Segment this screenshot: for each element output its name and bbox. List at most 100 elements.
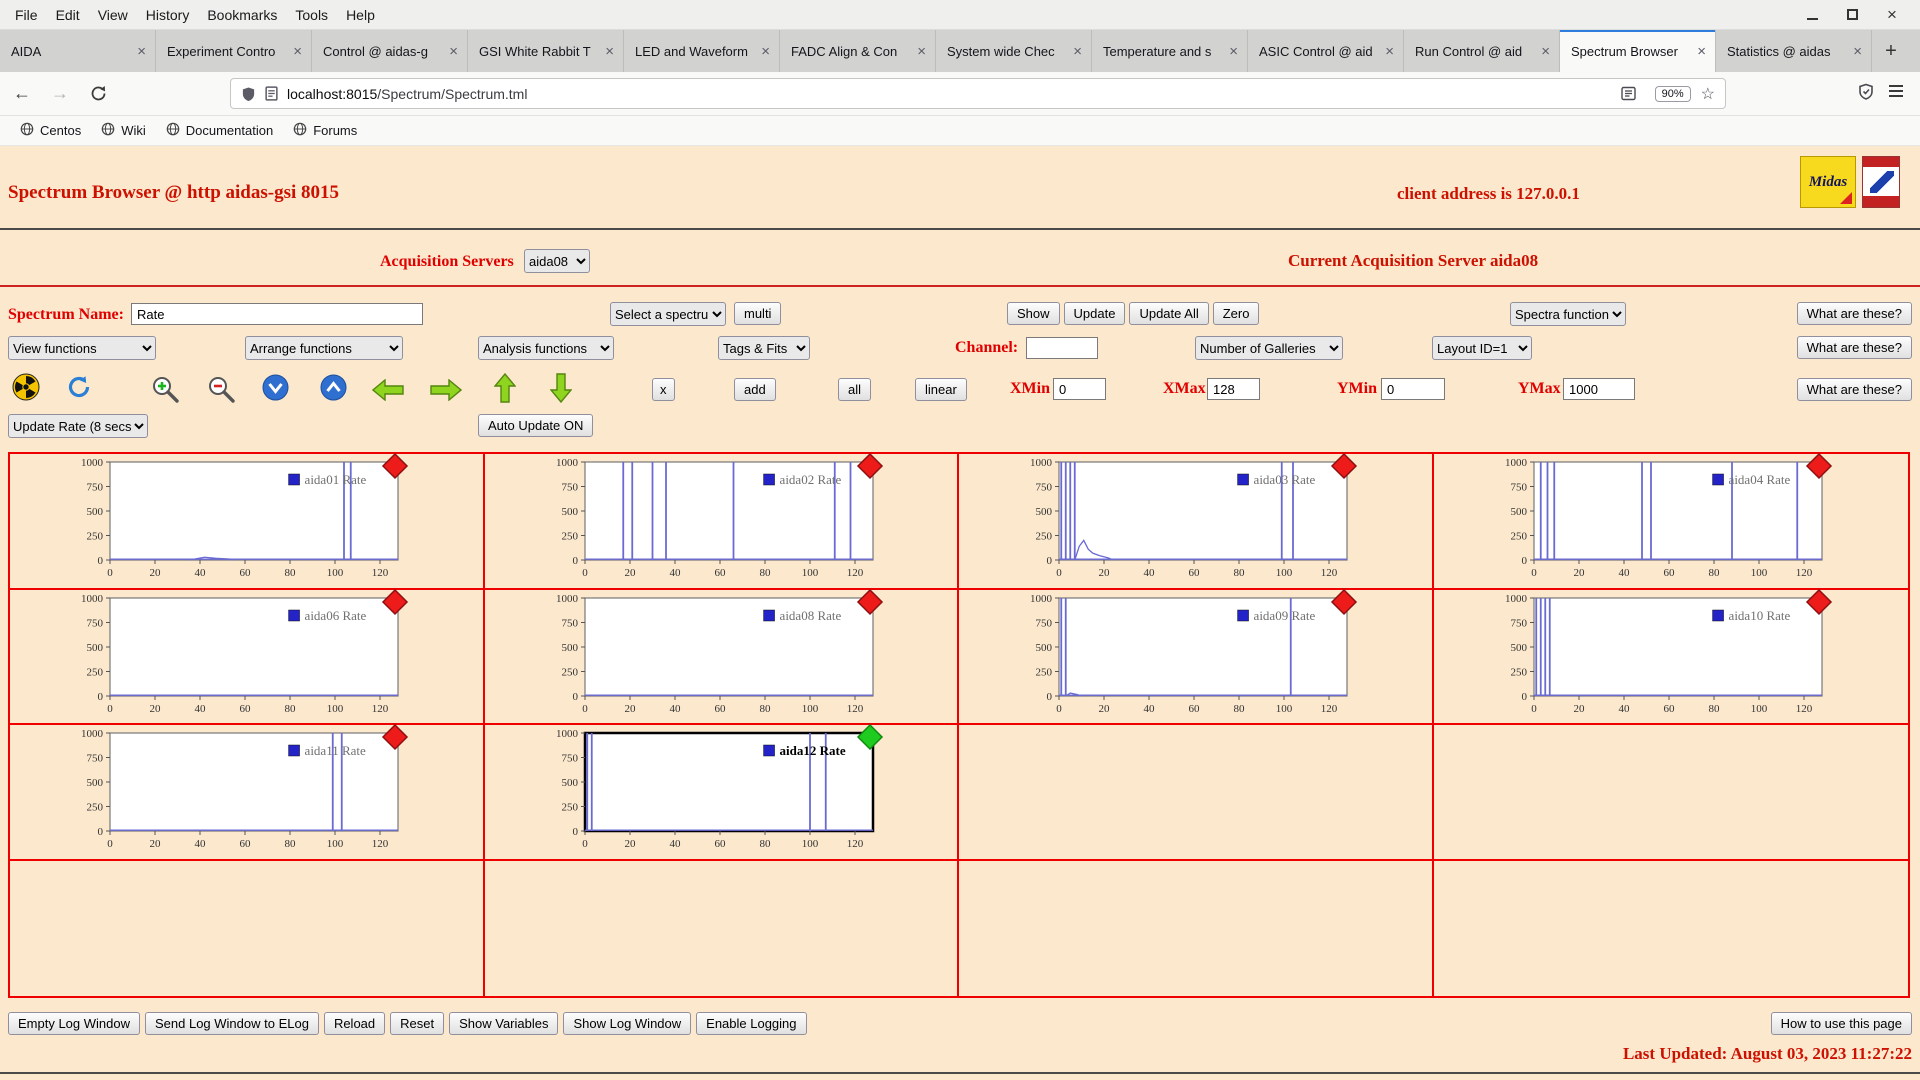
shield-menu-icon[interactable] bbox=[1858, 83, 1874, 105]
layout-id-dropdown[interactable]: Layout ID=1 bbox=[1432, 336, 1532, 360]
spectrum-cell-aida03[interactable]: 0 250 500 750 1000 0 20 40 60 80 100 120 aida03 Rate bbox=[959, 452, 1434, 590]
update-all-button[interactable]: Update All bbox=[1129, 302, 1209, 325]
x-button[interactable]: x bbox=[652, 378, 675, 401]
tab-aida[interactable]: AIDA × bbox=[0, 30, 156, 72]
circle-down-icon[interactable] bbox=[262, 374, 289, 401]
refresh-icon[interactable] bbox=[66, 374, 92, 400]
tags-and-fits-dropdown[interactable]: Tags & Fits bbox=[718, 336, 810, 360]
analysis-functions-dropdown[interactable]: Analysis functions bbox=[478, 336, 614, 360]
tab-close-icon[interactable]: × bbox=[446, 43, 461, 60]
tab-close-icon[interactable]: × bbox=[290, 43, 305, 60]
how-to-use-button[interactable]: How to use this page bbox=[1770, 1012, 1912, 1035]
reset-button[interactable]: Reset bbox=[390, 1012, 445, 1035]
spectrum-cell-aida12[interactable]: 0 250 500 750 1000 0 20 40 60 80 100 120 aida12 Rate bbox=[484, 723, 959, 861]
what-are-these-button-1[interactable]: What are these? bbox=[1796, 302, 1912, 325]
new-tab-button[interactable]: + bbox=[1872, 30, 1910, 72]
radiation-icon[interactable] bbox=[12, 373, 40, 401]
add-button[interactable]: add bbox=[734, 378, 776, 401]
zero-button[interactable]: Zero bbox=[1212, 302, 1260, 325]
menu-help[interactable]: Help bbox=[337, 3, 384, 27]
menu-tools[interactable]: Tools bbox=[286, 3, 337, 27]
xmax-input[interactable] bbox=[1207, 378, 1260, 400]
tab-close-icon[interactable]: × bbox=[914, 43, 929, 60]
tab-close-icon[interactable]: × bbox=[1226, 43, 1241, 60]
shield-icon[interactable] bbox=[241, 86, 256, 102]
select-a-spectrum-dropdown[interactable]: Select a spectrum bbox=[610, 302, 726, 326]
spectrum-cell-aida11[interactable]: 0 250 500 750 1000 0 20 40 60 80 100 120 aida11 Rate bbox=[10, 723, 485, 861]
tab-temperature-and-s[interactable]: Temperature and s × bbox=[1092, 30, 1248, 72]
maximize-button[interactable] bbox=[1844, 7, 1860, 23]
reader-mode-icon[interactable] bbox=[1620, 86, 1636, 101]
tab-close-icon[interactable]: × bbox=[1850, 43, 1865, 60]
arrow-down-icon[interactable] bbox=[550, 373, 572, 403]
acquisition-server-select[interactable]: aida08 bbox=[524, 249, 590, 273]
multi-button[interactable]: multi bbox=[734, 302, 782, 325]
send-log-window-to-elog-button[interactable]: Send Log Window to ELog bbox=[145, 1012, 319, 1035]
menu-bookmarks[interactable]: Bookmarks bbox=[198, 3, 286, 27]
bookmark-forums[interactable]: Forums bbox=[283, 119, 367, 142]
tab-spectrum-browser[interactable]: Spectrum Browser × bbox=[1560, 30, 1716, 72]
spectrum-cell-aida04[interactable]: 0 250 500 750 1000 0 20 40 60 80 100 120 aida04 Rate bbox=[1433, 452, 1908, 590]
show-log-window-button[interactable]: Show Log Window bbox=[563, 1012, 692, 1035]
tab-gsi-white-rabbit-t[interactable]: GSI White Rabbit T × bbox=[468, 30, 624, 72]
spectrum-cell-aida01[interactable]: 0 250 500 750 1000 0 20 40 60 80 100 120 aida01 Rate bbox=[10, 452, 485, 590]
enable-logging-button[interactable]: Enable Logging bbox=[696, 1012, 807, 1035]
tab-statistics-aidas[interactable]: Statistics @ aidas × bbox=[1716, 30, 1872, 72]
zoom-in-icon[interactable] bbox=[150, 374, 180, 403]
ymax-input[interactable] bbox=[1563, 378, 1635, 400]
what-are-these-button-2[interactable]: What are these? bbox=[1796, 336, 1912, 359]
bookmark-star-icon[interactable]: ☆ bbox=[1701, 84, 1715, 104]
show-button[interactable]: Show bbox=[1007, 302, 1060, 325]
what-are-these-button-3[interactable]: What are these? bbox=[1796, 378, 1912, 401]
bookmark-centos[interactable]: Centos bbox=[10, 119, 91, 142]
hamburger-menu-icon[interactable] bbox=[1888, 84, 1904, 103]
page-info-icon[interactable] bbox=[265, 86, 278, 101]
circle-up-icon[interactable] bbox=[320, 374, 347, 401]
spectrum-cell-aida09[interactable]: 0 250 500 750 1000 0 20 40 60 80 100 120 aida09 Rate bbox=[959, 588, 1434, 725]
tab-close-icon[interactable]: × bbox=[1382, 43, 1397, 60]
tab-experiment-contro[interactable]: Experiment Contro × bbox=[156, 30, 312, 72]
tab-run-control-aid[interactable]: Run Control @ aid × bbox=[1404, 30, 1560, 72]
spectra-functions-dropdown[interactable]: Spectra functions bbox=[1510, 302, 1626, 326]
spectrum-cell-aida06[interactable]: 0 250 500 750 1000 0 20 40 60 80 100 120 aida06 Rate bbox=[10, 588, 485, 725]
all-button[interactable]: all bbox=[838, 378, 872, 401]
auto-update-button[interactable]: Auto Update ON bbox=[478, 414, 594, 437]
minimize-button[interactable] bbox=[1804, 7, 1820, 23]
menu-view[interactable]: View bbox=[89, 3, 137, 27]
tab-led-and-waveform[interactable]: LED and Waveform × bbox=[624, 30, 780, 72]
tab-control-aidas-g[interactable]: Control @ aidas-g × bbox=[312, 30, 468, 72]
back-button[interactable]: ← bbox=[6, 78, 38, 110]
arrow-left-icon[interactable] bbox=[372, 379, 404, 401]
view-functions-dropdown[interactable]: View functions bbox=[8, 336, 156, 360]
zoom-level-badge[interactable]: 90% bbox=[1654, 85, 1691, 102]
zoom-out-icon[interactable] bbox=[206, 374, 236, 403]
tab-close-icon[interactable]: × bbox=[602, 43, 617, 60]
bookmark-documentation[interactable]: Documentation bbox=[156, 119, 283, 142]
url-bar[interactable]: localhost:8015/Spectrum/Spectrum.tml 90%… bbox=[230, 78, 1726, 109]
tab-close-icon[interactable]: × bbox=[1070, 43, 1085, 60]
forward-button[interactable]: → bbox=[44, 78, 76, 110]
ymin-input[interactable] bbox=[1381, 378, 1445, 400]
linear-button[interactable]: linear bbox=[915, 378, 967, 401]
tab-close-icon[interactable]: × bbox=[1694, 43, 1709, 60]
xmin-input[interactable] bbox=[1053, 378, 1106, 400]
spectrum-cell-aida02[interactable]: 0 250 500 750 1000 0 20 40 60 80 100 120 aida02 Rate bbox=[484, 452, 959, 590]
spectrum-cell-aida10[interactable]: 0 250 500 750 1000 0 20 40 60 80 100 120 aida10 Rate bbox=[1433, 588, 1908, 725]
channel-input[interactable] bbox=[1026, 337, 1098, 359]
tab-asic-control-aid[interactable]: ASIC Control @ aid × bbox=[1248, 30, 1404, 72]
empty-log-window-button[interactable]: Empty Log Window bbox=[8, 1012, 140, 1035]
number-of-galleries-dropdown[interactable]: Number of Galleries bbox=[1195, 336, 1343, 360]
spectrum-cell-aida08[interactable]: 0 250 500 750 1000 0 20 40 60 80 100 120 aida08 Rate bbox=[484, 588, 959, 725]
menu-history[interactable]: History bbox=[137, 3, 199, 27]
menu-file[interactable]: File bbox=[6, 3, 47, 27]
bookmark-wiki[interactable]: Wiki bbox=[91, 119, 156, 142]
tab-close-icon[interactable]: × bbox=[1538, 43, 1553, 60]
tab-close-icon[interactable]: × bbox=[134, 43, 149, 60]
arrow-right-icon[interactable] bbox=[430, 379, 462, 401]
tab-system-wide-chec[interactable]: System wide Chec × bbox=[936, 30, 1092, 72]
reload-button[interactable]: Reload bbox=[323, 1012, 386, 1035]
spectrum-name-input[interactable] bbox=[131, 303, 423, 325]
arrow-up-icon[interactable] bbox=[494, 373, 516, 403]
tab-close-icon[interactable]: × bbox=[758, 43, 773, 60]
show-variables-button[interactable]: Show Variables bbox=[449, 1012, 559, 1035]
